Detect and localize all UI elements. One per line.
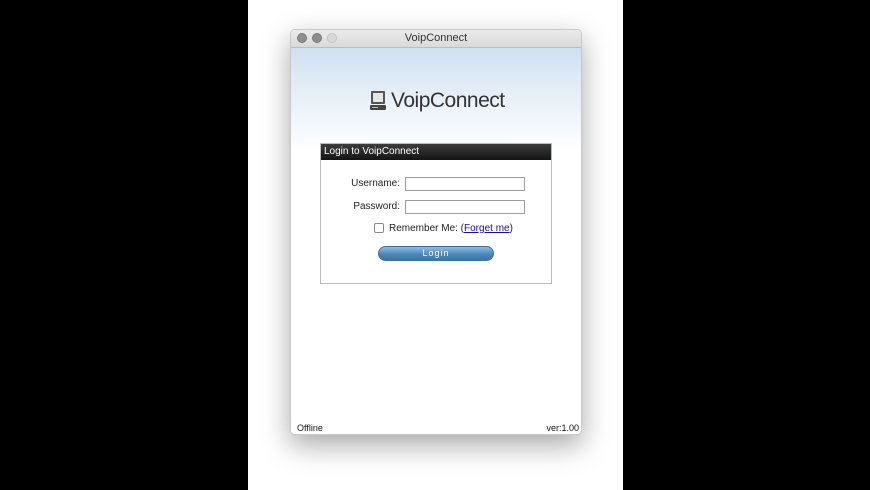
remember-me-row: Remember Me: (Forget me) [374,221,513,235]
app-logo: VoipConnect [369,89,505,113]
screenshot-backdrop: VoipConnect VoipConnect Login to VoipCon… [248,0,623,490]
title-bar[interactable]: VoipConnect [291,30,581,48]
login-panel-header: Login to VoipConnect [321,144,551,160]
computer-icon [370,91,386,110]
password-label: Password: [353,201,400,212]
app-window: VoipConnect VoipConnect Login to VoipCon… [290,29,582,435]
version-label: ver:1.00 [546,423,579,433]
connection-status: Offline [297,423,323,433]
window-title: VoipConnect [404,32,468,44]
password-input[interactable] [405,200,525,214]
password-row: Password: [321,200,551,214]
username-input[interactable] [405,177,525,191]
login-button[interactable]: Login [378,246,494,261]
remember-me-label: Remember Me: ( [389,222,465,234]
username-row: Username: [321,177,551,191]
login-panel: Login to VoipConnect Username: Password:… [320,143,552,284]
forget-me-link[interactable]: Forget me [464,223,510,234]
remember-me-checkbox[interactable] [374,223,384,233]
remember-me-close: ) [509,222,513,234]
app-content: VoipConnect Login to VoipConnect Usernam… [291,48,581,434]
username-label: Username: [351,178,400,189]
logo-text: VoipConnect [391,89,505,112]
